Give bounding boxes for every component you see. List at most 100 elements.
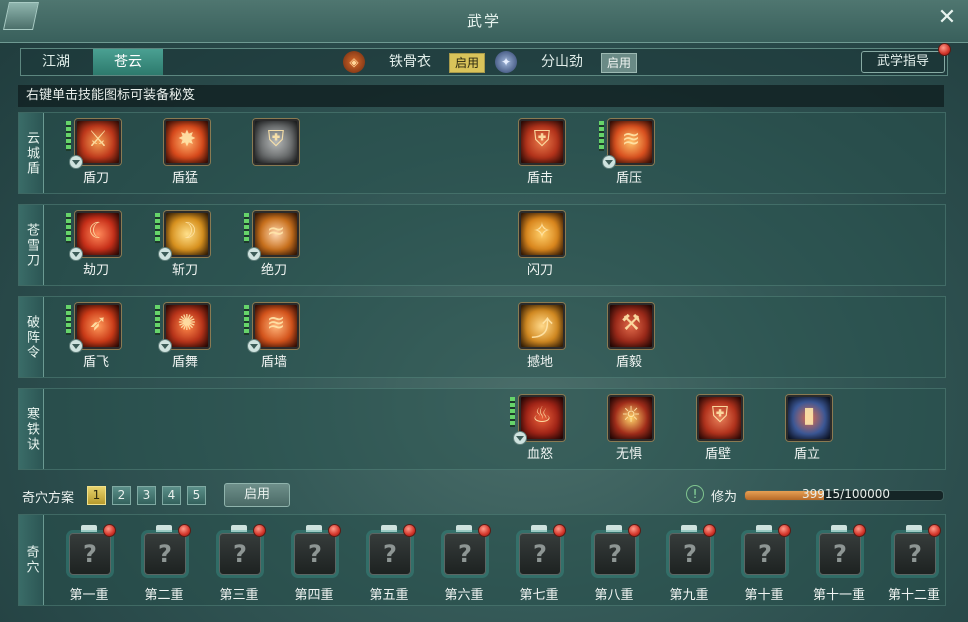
stance-fenshanjin-enable[interactable]: 启用 <box>601 53 637 73</box>
empty-slot-icon[interactable]: ? <box>669 533 711 575</box>
level-bar <box>599 121 604 151</box>
guide-button[interactable]: 武学指导 <box>861 51 945 73</box>
skill-label: 无惧 <box>615 447 642 462</box>
title-bar[interactable]: 武学 ✕ <box>0 0 968 43</box>
slot-tab-icon <box>906 525 922 532</box>
close-icon[interactable]: ✕ <box>936 7 958 30</box>
skill-locked[interactable]: ⛨ <box>241 119 301 189</box>
plan-5-button[interactable]: 5 <box>187 486 206 505</box>
dunji-icon[interactable]: ⛨ <box>519 119 565 165</box>
empty-slot-icon[interactable]: ? <box>744 533 786 575</box>
plan-enable-button[interactable]: 启用 <box>224 483 290 507</box>
empty-slot-icon[interactable]: ? <box>519 533 561 575</box>
question-mark-icon: ? <box>833 540 847 568</box>
skill-shandao[interactable]: ✧ 闪刀 <box>507 211 567 281</box>
qixue-slot-7[interactable]: ? 第七重 <box>504 521 574 603</box>
skill-handi[interactable]: ⤴ 撼地 <box>507 303 567 373</box>
plan-3-button[interactable]: 3 <box>137 486 156 505</box>
skill-dunbi[interactable]: ⛨ 盾壁 <box>685 395 745 465</box>
skill-juedao[interactable]: ≈ 绝刀 <box>241 211 301 281</box>
skill-dunji[interactable]: ⛨ 盾击 <box>507 119 567 189</box>
qixue-slot-6[interactable]: ? 第六重 <box>429 521 499 603</box>
empty-slot-icon[interactable]: ? <box>444 533 486 575</box>
skill-dundao[interactable]: ⚔ 盾刀 <box>63 119 123 189</box>
qixue-slot-9[interactable]: ? 第九重 <box>654 521 724 603</box>
plan-1-button[interactable]: 1 <box>87 486 106 505</box>
qixue-slot-4[interactable]: ? 第四重 <box>279 521 349 603</box>
skill-label: 盾飞 <box>82 355 109 370</box>
qixue-slot-8[interactable]: ? 第八重 <box>579 521 649 603</box>
slot-tab-icon <box>531 525 547 532</box>
dunyi-icon[interactable]: ⚒ <box>608 303 654 349</box>
skill-dunwu[interactable]: ✺ 盾舞 <box>152 303 212 373</box>
skill-label: 血怒 <box>526 447 553 462</box>
tab-jianghu[interactable]: 江湖 <box>21 49 91 75</box>
qixue-slot-5[interactable]: ? 第五重 <box>354 521 424 603</box>
empty-slot-icon[interactable]: ? <box>594 533 636 575</box>
skill-dunli[interactable]: ▮ 盾立 <box>774 395 834 465</box>
empty-slot-icon[interactable]: ? <box>144 533 186 575</box>
slot-notification-dot <box>103 524 116 537</box>
stance-tieguyi: 铁骨衣 <box>389 54 431 70</box>
skill-dunmeng[interactable]: ✸ 盾猛 <box>152 119 212 189</box>
slot-label: 第六重 <box>444 588 484 603</box>
qixue-slot-12[interactable]: ? 第十二重 <box>879 521 949 603</box>
level-bar <box>244 305 249 335</box>
empty-slot-icon[interactable]: ? <box>819 533 861 575</box>
slot-notification-dot <box>403 524 416 537</box>
slot-tab-icon <box>681 525 697 532</box>
locked-skill-icon[interactable]: ⛨ <box>253 119 299 165</box>
slot-notification-dot <box>928 524 941 537</box>
skill-dunya[interactable]: ≋ 盾压 <box>596 119 656 189</box>
skill-jiedao[interactable]: ☾ 劫刀 <box>63 211 123 281</box>
shield-stance-icon[interactable]: ◈ <box>343 51 365 73</box>
row-label: 破阵令 <box>19 297 44 377</box>
skill-dunqiang[interactable]: ≋ 盾墙 <box>241 303 301 373</box>
slot-notification-dot <box>253 524 266 537</box>
skill-dunyi[interactable]: ⚒ 盾毅 <box>596 303 656 373</box>
dunli-icon[interactable]: ▮ <box>786 395 832 441</box>
skill-zhandao[interactable]: ☽ 斩刀 <box>152 211 212 281</box>
row-label: 寒铁诀 <box>19 389 44 469</box>
skill-label: 劫刀 <box>82 263 109 278</box>
tab-cangyun[interactable]: 苍云 <box>93 49 163 75</box>
slot-notification-dot <box>478 524 491 537</box>
question-mark-icon: ? <box>533 540 547 568</box>
slot-tab-icon <box>606 525 622 532</box>
skill-wuju[interactable]: ☼ 无惧 <box>596 395 656 465</box>
question-mark-icon: ? <box>233 540 247 568</box>
slot-tab-icon <box>456 525 472 532</box>
dunmeng-icon[interactable]: ✸ <box>164 119 210 165</box>
empty-slot-icon[interactable]: ? <box>369 533 411 575</box>
empty-slot-icon[interactable]: ? <box>894 533 936 575</box>
level-bar <box>155 305 160 335</box>
plan-4-button[interactable]: 4 <box>162 486 181 505</box>
handi-icon[interactable]: ⤴ <box>519 303 565 349</box>
dunbi-icon[interactable]: ⛨ <box>697 395 743 441</box>
skill-xuenu[interactable]: ♨ 血怒 <box>507 395 567 465</box>
qixue-slot-3[interactable]: ? 第三重 <box>204 521 274 603</box>
slot-tab-icon <box>756 525 772 532</box>
empty-slot-icon[interactable]: ? <box>69 533 111 575</box>
blade-stance-icon[interactable]: ✦ <box>495 51 517 73</box>
empty-slot-icon[interactable]: ? <box>294 533 336 575</box>
info-icon[interactable]: ! <box>686 485 704 503</box>
slot-label: 第四重 <box>294 588 334 603</box>
skill-label: 盾立 <box>793 447 820 462</box>
stance-tieguyi-enable[interactable]: 启用 <box>449 53 485 73</box>
qixue-slot-11[interactable]: ? 第十一重 <box>804 521 874 603</box>
skill-label: 盾壁 <box>704 447 731 462</box>
plan-2-button[interactable]: 2 <box>112 486 131 505</box>
skill-dunfei[interactable]: ➶ 盾飞 <box>63 303 123 373</box>
skill-label: 撼地 <box>526 355 553 370</box>
skill-label: 盾压 <box>615 171 642 186</box>
qixue-slot-2[interactable]: ? 第二重 <box>129 521 199 603</box>
level-bar <box>244 213 249 243</box>
empty-slot-icon[interactable]: ? <box>219 533 261 575</box>
qixue-slot-10[interactable]: ? 第十重 <box>729 521 799 603</box>
wuju-icon[interactable]: ☼ <box>608 395 654 441</box>
shandao-icon[interactable]: ✧ <box>519 211 565 257</box>
qixue-slot-1[interactable]: ? 第一重 <box>54 521 124 603</box>
skill-row-pozhenling: 破阵令 ➶ 盾飞 ✺ 盾舞 ≋ 盾墙 ⤴ 撼地 ⚒ 盾毅 <box>18 296 946 378</box>
level-bar <box>155 213 160 243</box>
